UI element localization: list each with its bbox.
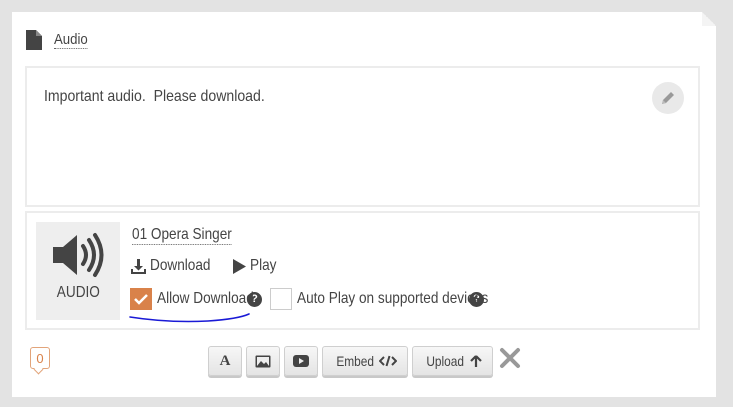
audio-type-label: AUDIO [56, 284, 100, 301]
document-icon [26, 30, 42, 50]
text-format-icon: A [219, 352, 231, 369]
allow-download-label: Allow Download [157, 290, 254, 307]
card-corner-fold [702, 12, 716, 26]
autoplay-label: Auto Play on supported devices [297, 290, 489, 307]
audio-file-box: AUDIO 01 Opera Singer Download Play Allo… [25, 211, 700, 330]
add-image-button[interactable] [246, 346, 280, 376]
download-button[interactable]: Download [131, 257, 221, 275]
check-icon [134, 294, 148, 305]
file-name[interactable]: 01 Opera Singer [132, 225, 232, 245]
autoplay-option[interactable]: Auto Play on supported devices ? [270, 288, 489, 310]
audio-thumbnail: AUDIO [36, 222, 120, 320]
embed-label: Embed [336, 353, 375, 369]
comment-count-badge[interactable]: 0 [30, 347, 50, 369]
hand-drawn-underline [129, 313, 250, 323]
code-icon [379, 355, 398, 367]
upload-label: Upload [426, 353, 465, 369]
upload-button[interactable]: Upload [412, 346, 493, 376]
play-icon [233, 258, 247, 274]
add-video-button[interactable] [284, 346, 318, 376]
close-icon[interactable] [499, 347, 521, 369]
add-content-toolbar: A Embed Upload [208, 346, 521, 376]
description-box[interactable]: Important audio. Please download. [25, 66, 700, 207]
pencil-icon [662, 92, 674, 104]
embed-button[interactable]: Embed [322, 346, 409, 376]
play-label: Play [250, 257, 277, 274]
autoplay-checkbox[interactable] [270, 288, 292, 310]
download-icon [131, 258, 146, 274]
allow-download-checkbox[interactable] [130, 288, 152, 310]
card-header: Audio [26, 30, 92, 50]
download-label: Download [150, 257, 211, 274]
page-title[interactable]: Audio [54, 31, 88, 49]
file-actions: Download Play [131, 257, 293, 275]
arrow-up-icon [469, 354, 482, 367]
youtube-icon [293, 355, 309, 367]
image-icon [255, 355, 271, 367]
allow-download-option[interactable]: Allow Download ? [130, 288, 270, 310]
play-button[interactable]: Play [233, 257, 281, 275]
edit-description-button[interactable] [652, 82, 684, 114]
speaker-icon [53, 233, 104, 277]
file-options: Allow Download ? Auto Play on supported … [130, 288, 489, 310]
add-text-button[interactable]: A [208, 346, 242, 376]
description-text: Important audio. Please download. [44, 88, 265, 105]
audio-card: Audio Important audio. Please download. … [12, 12, 716, 397]
